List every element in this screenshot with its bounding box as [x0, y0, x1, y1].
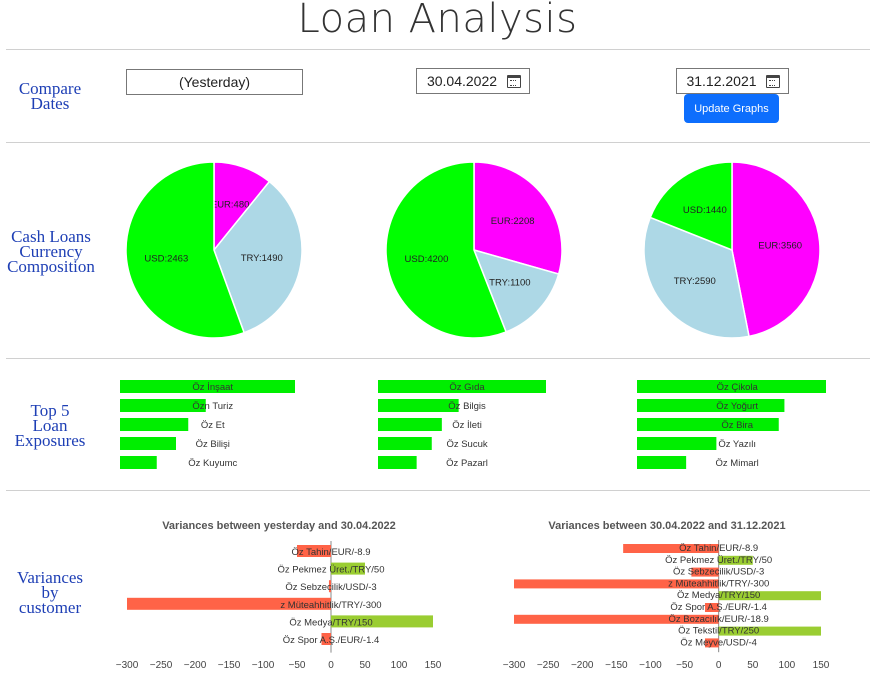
variance-bar-label: Öz Tahin/EUR/-8.9 — [291, 547, 370, 558]
variance-bar-label: Öz Sebzecilik/USD/-3 — [285, 582, 376, 593]
divider — [6, 490, 870, 491]
variance-bar-label: Öz Medya/TRY/150 — [289, 617, 372, 628]
divider — [6, 142, 870, 143]
exposure-bar — [120, 418, 189, 431]
exposure-bar-label: Öz Bira — [721, 420, 753, 431]
x-tick-label: −300 — [503, 660, 526, 671]
exposure-bar-label: Öz Bilişi — [196, 439, 230, 450]
exposure-bar-label: Öz Çikola — [717, 382, 759, 393]
exposure-bar — [637, 418, 779, 431]
pie-slice-label: USD:4200 — [405, 254, 449, 265]
pie-slice-label: EUR:480 — [211, 199, 250, 210]
label-line: Dates — [30, 94, 70, 113]
exposure-bar-label: Öz Yazılı — [718, 439, 756, 450]
variance-bar-label: Öz Medya/TRY/150 — [677, 590, 760, 601]
pie-slice-label: USD:2463 — [144, 253, 188, 264]
x-tick-label: 50 — [747, 660, 759, 671]
x-tick-label: −200 — [571, 660, 594, 671]
date-field-2[interactable]: 31.12.2021 — [676, 68, 789, 94]
x-tick-label: −100 — [252, 660, 275, 671]
date-value: 31.12.2021 — [686, 73, 757, 89]
pie-slice-label: EUR:3560 — [758, 240, 802, 251]
exposure-bar-label: Öz Sucuk — [446, 439, 487, 450]
pie-slice-label: TRY:1490 — [241, 253, 283, 264]
exposure-bar — [637, 456, 687, 469]
exposure-bar — [378, 456, 417, 469]
variance-chart-title: Variances between 30.04.2022 and 31.12.2… — [548, 520, 785, 532]
exposure-bar-label: Öz Mimarl — [716, 458, 759, 469]
exposure-bar-label: Öz Bilgis — [448, 401, 486, 412]
exposure-bar — [378, 437, 432, 450]
page-title: Loan Analysis — [297, 0, 578, 42]
x-tick-label: 100 — [391, 660, 408, 671]
exposure-bar-label: Öz Et — [201, 420, 225, 431]
variance-bar-label: Öz Sebzecilik/USD/-3 — [673, 567, 764, 578]
x-tick-label: 100 — [779, 660, 796, 671]
x-tick-label: −250 — [150, 660, 173, 671]
x-tick-label: 50 — [359, 660, 371, 671]
variance-bar-charts: Variances between yesterday and 30.04.20… — [116, 520, 830, 671]
variance-bar-label: z Müteahhitlik/TRY/-300 — [668, 578, 769, 589]
exposure-bar-label: Öz Gıda — [449, 382, 485, 393]
x-tick-label: −150 — [218, 660, 241, 671]
variance-bar-label: Öz Pekmez Üret./TRY/50 — [278, 565, 385, 576]
variance-bar-label: Öz Pekmez Üret./TRY/50 — [665, 555, 772, 566]
pie-slice-label: EUR:2208 — [491, 216, 535, 227]
divider — [6, 358, 870, 359]
exposure-bar-label: Öz İleti — [452, 420, 482, 431]
top5-bar-charts: Öz İnşaat Özn Turiz Öz Et Öz Bilişi Öz Kuyum… — [120, 380, 826, 469]
exposure-bar — [378, 399, 459, 412]
variance-bar-label: Öz Meyve/USD/-4 — [680, 637, 757, 648]
pie-slice-label: TRY:1100 — [489, 278, 530, 289]
calendar-icon[interactable] — [766, 74, 780, 88]
x-tick-label: −150 — [605, 660, 628, 671]
variance-bar-label: Öz Spor A.Ş./EUR/-1.4 — [283, 635, 380, 646]
x-tick-label: 0 — [328, 660, 334, 671]
pie-slice-label: TRY:2590 — [674, 276, 716, 287]
variance-bar-label: Öz Bozacılık/EUR/-18.9 — [669, 614, 769, 625]
exposure-bar-label: Öz Yoğurt — [716, 401, 758, 412]
date-field-1[interactable]: 30.04.2022 — [416, 68, 530, 94]
x-tick-label: −200 — [184, 660, 207, 671]
x-tick-label: 150 — [813, 660, 830, 671]
update-graphs-button[interactable]: Update Graphs — [684, 94, 779, 123]
exposure-bar — [378, 418, 442, 431]
x-tick-label: −50 — [289, 660, 306, 671]
exposure-bar-label: Öz İnşaat — [192, 382, 233, 393]
x-tick-label: 150 — [425, 660, 442, 671]
exposure-bar — [120, 437, 176, 450]
calendar-icon[interactable] — [507, 74, 521, 88]
divider — [6, 49, 870, 50]
date-field-yesterday[interactable]: (Yesterday) — [126, 69, 303, 95]
exposure-bar-label: Öz Pazarl — [446, 458, 488, 469]
exposure-bar-label: Öz Kuyumc — [188, 458, 237, 469]
variance-bar-label: Öz Tahin/EUR/-8.9 — [679, 543, 758, 554]
exposure-bar — [637, 399, 785, 412]
x-tick-label: −250 — [537, 660, 560, 671]
variance-bar-label: Öz Spor A.Ş./EUR/-1.4 — [670, 602, 767, 613]
date-value: (Yesterday) — [178, 74, 251, 90]
x-tick-label: −50 — [676, 660, 693, 671]
x-tick-label: −100 — [639, 660, 662, 671]
x-tick-label: 0 — [716, 660, 722, 671]
exposure-bar — [637, 437, 717, 450]
exposure-bar-label: Özn Turiz — [192, 401, 233, 412]
exposure-bar — [120, 456, 157, 469]
variance-chart-title: Variances between yesterday and 30.04.20… — [162, 520, 396, 532]
variance-bar-label: Öz Tekstil/TRY/250 — [678, 626, 759, 637]
variance-bar-label: z Müteahhitlik/TRY/-300 — [280, 600, 381, 611]
compare-dates-label: Compare Dates — [0, 80, 100, 113]
pie-slice-label: USD:1440 — [683, 205, 727, 216]
currency-pie-charts: EUR:480 TRY:1490 USD:2463 EUR:2208 TRY:1100 U… — [125, 161, 821, 339]
date-value: 30.04.2022 — [426, 73, 498, 89]
x-tick-label: −300 — [116, 660, 139, 671]
